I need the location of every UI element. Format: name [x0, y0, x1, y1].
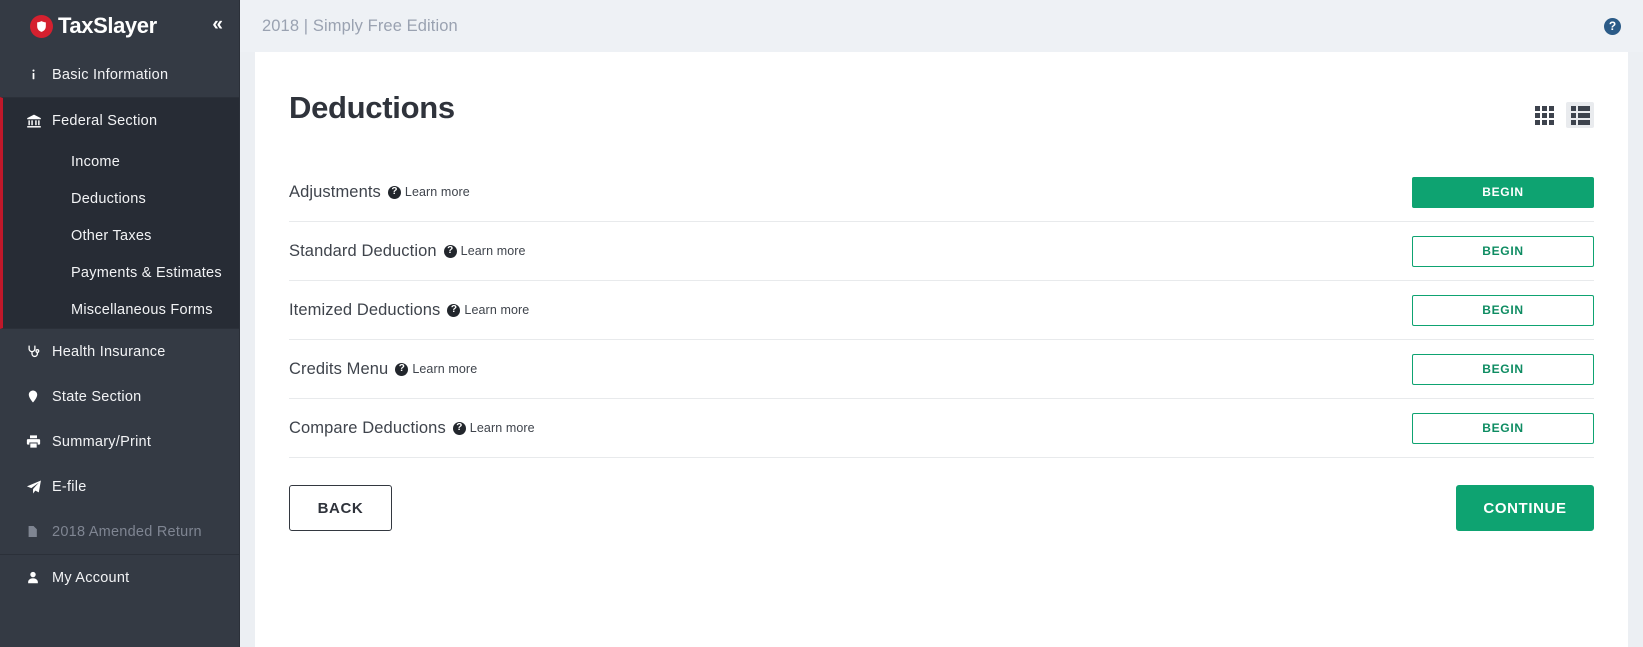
footer-actions: BACK CONTINUE [289, 485, 1594, 561]
sidebar-item-state-section[interactable]: State Section [0, 374, 239, 419]
sidebar-subitem-label: Miscellaneous Forms [71, 301, 213, 318]
learn-more-link[interactable]: Learn more [412, 362, 477, 376]
question-mark-icon[interactable]: ? [443, 244, 457, 258]
sidebar-collapse-button[interactable]: « [212, 15, 223, 37]
row-label: Standard Deduction [289, 241, 437, 260]
tax-year-edition-label: 2018 | Simply Free Edition [262, 16, 458, 35]
sidebar-subitem-payments-estimates[interactable]: Payments & Estimates [3, 254, 239, 291]
sidebar-item-label: Summary/Print [52, 433, 152, 450]
sidebar-item-label: E-file [52, 478, 87, 495]
table-row: Adjustments ? Learn more BEGIN [289, 163, 1594, 222]
row-label-group: Compare Deductions ? Learn more [289, 419, 535, 438]
sidebar-subitem-income[interactable]: Income [3, 143, 239, 180]
sidebar-item-label: My Account [52, 569, 130, 586]
sidebar-item-label: Basic Information [52, 66, 169, 83]
taxslayer-shield-icon [30, 14, 53, 38]
learn-more-link[interactable]: Learn more [461, 244, 526, 258]
learn-more-link[interactable]: Learn more [405, 185, 470, 199]
sidebar-item-efile[interactable]: E-file [0, 464, 239, 509]
sidebar-item-label: Health Insurance [52, 343, 166, 360]
begin-button[interactable]: BEGIN [1412, 353, 1594, 385]
grid-icon [1534, 105, 1554, 125]
row-label: Itemized Deductions [289, 300, 441, 319]
row-label: Credits Menu [289, 359, 389, 378]
continue-button[interactable]: CONTINUE [1456, 485, 1594, 531]
sidebar-subitem-label: Income [71, 153, 121, 170]
card-header: Deductions [289, 52, 1594, 128]
sidebar-subitem-miscellaneous-forms[interactable]: Miscellaneous Forms [3, 291, 239, 328]
sidebar: TaxSlayer « Basic Information Federal Se… [0, 0, 240, 647]
sidebar-group-federal-section: Federal Section Income Deductions Other … [0, 97, 239, 329]
sidebar-subitem-label: Deductions [71, 190, 147, 207]
document-icon [26, 524, 52, 539]
row-label-group: Adjustments ? Learn more [289, 183, 470, 202]
sidebar-subitem-label: Other Taxes [71, 227, 152, 244]
begin-button[interactable]: BEGIN [1412, 294, 1594, 326]
sidebar-item-label: 2018 Amended Return [52, 523, 202, 540]
row-label: Adjustments [289, 182, 381, 201]
sidebar-item-label: Federal Section [52, 112, 158, 129]
sidebar-item-federal-section[interactable]: Federal Section [3, 98, 239, 143]
learn-more-link[interactable]: Learn more [470, 421, 535, 435]
content-card: Deductions Adjustments ? Learn more BEGI… [255, 52, 1628, 647]
question-mark-icon[interactable]: ? [395, 362, 409, 376]
bank-icon [26, 113, 52, 129]
view-toggle-group [1530, 90, 1594, 128]
sidebar-subitem-label: Payments & Estimates [71, 264, 222, 281]
help-icon[interactable]: ? [1604, 17, 1621, 35]
question-mark-icon[interactable]: ? [447, 303, 461, 317]
grid-view-toggle[interactable] [1530, 102, 1558, 128]
map-pin-icon [26, 389, 52, 404]
learn-more-link[interactable]: Learn more [464, 303, 529, 317]
table-row: Credits Menu ? Learn more BEGIN [289, 340, 1594, 399]
begin-button[interactable]: BEGIN [1412, 176, 1594, 208]
table-row: Itemized Deductions ? Learn more BEGIN [289, 281, 1594, 340]
question-mark-icon[interactable]: ? [452, 421, 466, 435]
brand-name: TaxSlayer [58, 13, 157, 38]
row-label-group: Standard Deduction ? Learn more [289, 242, 526, 261]
sidebar-subitem-other-taxes[interactable]: Other Taxes [3, 217, 239, 254]
list-view-toggle[interactable] [1566, 102, 1594, 128]
sidebar-item-label: State Section [52, 388, 142, 405]
stethoscope-icon [26, 344, 52, 359]
topbar: 2018 | Simply Free Edition ? [240, 0, 1643, 52]
main-area: 2018 | Simply Free Edition ? Deductions [240, 0, 1643, 647]
sidebar-item-summary-print[interactable]: Summary/Print [0, 419, 239, 464]
sidebar-item-health-insurance[interactable]: Health Insurance [0, 329, 239, 374]
table-row: Compare Deductions ? Learn more BEGIN [289, 399, 1594, 458]
row-label-group: Credits Menu ? Learn more [289, 360, 477, 379]
question-mark-icon[interactable]: ? [387, 185, 401, 199]
deduction-rows: Adjustments ? Learn more BEGIN Standard … [289, 163, 1594, 458]
info-icon [26, 67, 52, 82]
begin-button[interactable]: BEGIN [1412, 412, 1594, 444]
list-icon [1570, 105, 1590, 125]
sidebar-subitem-deductions[interactable]: Deductions [3, 180, 239, 217]
printer-icon [26, 434, 52, 449]
row-label-group: Itemized Deductions ? Learn more [289, 301, 529, 320]
page-title: Deductions [289, 90, 455, 125]
row-label: Compare Deductions [289, 418, 446, 437]
brand-header: TaxSlayer « [0, 0, 239, 52]
paper-plane-icon [26, 479, 52, 495]
begin-button[interactable]: BEGIN [1412, 235, 1594, 267]
sidebar-item-amended-return: 2018 Amended Return [0, 509, 239, 554]
table-row: Standard Deduction ? Learn more BEGIN [289, 222, 1594, 281]
user-icon [26, 570, 52, 585]
back-button[interactable]: BACK [289, 485, 392, 531]
sidebar-item-basic-information[interactable]: Basic Information [0, 52, 239, 97]
sidebar-item-my-account[interactable]: My Account [0, 555, 239, 600]
app-root: TaxSlayer « Basic Information Federal Se… [0, 0, 1643, 647]
